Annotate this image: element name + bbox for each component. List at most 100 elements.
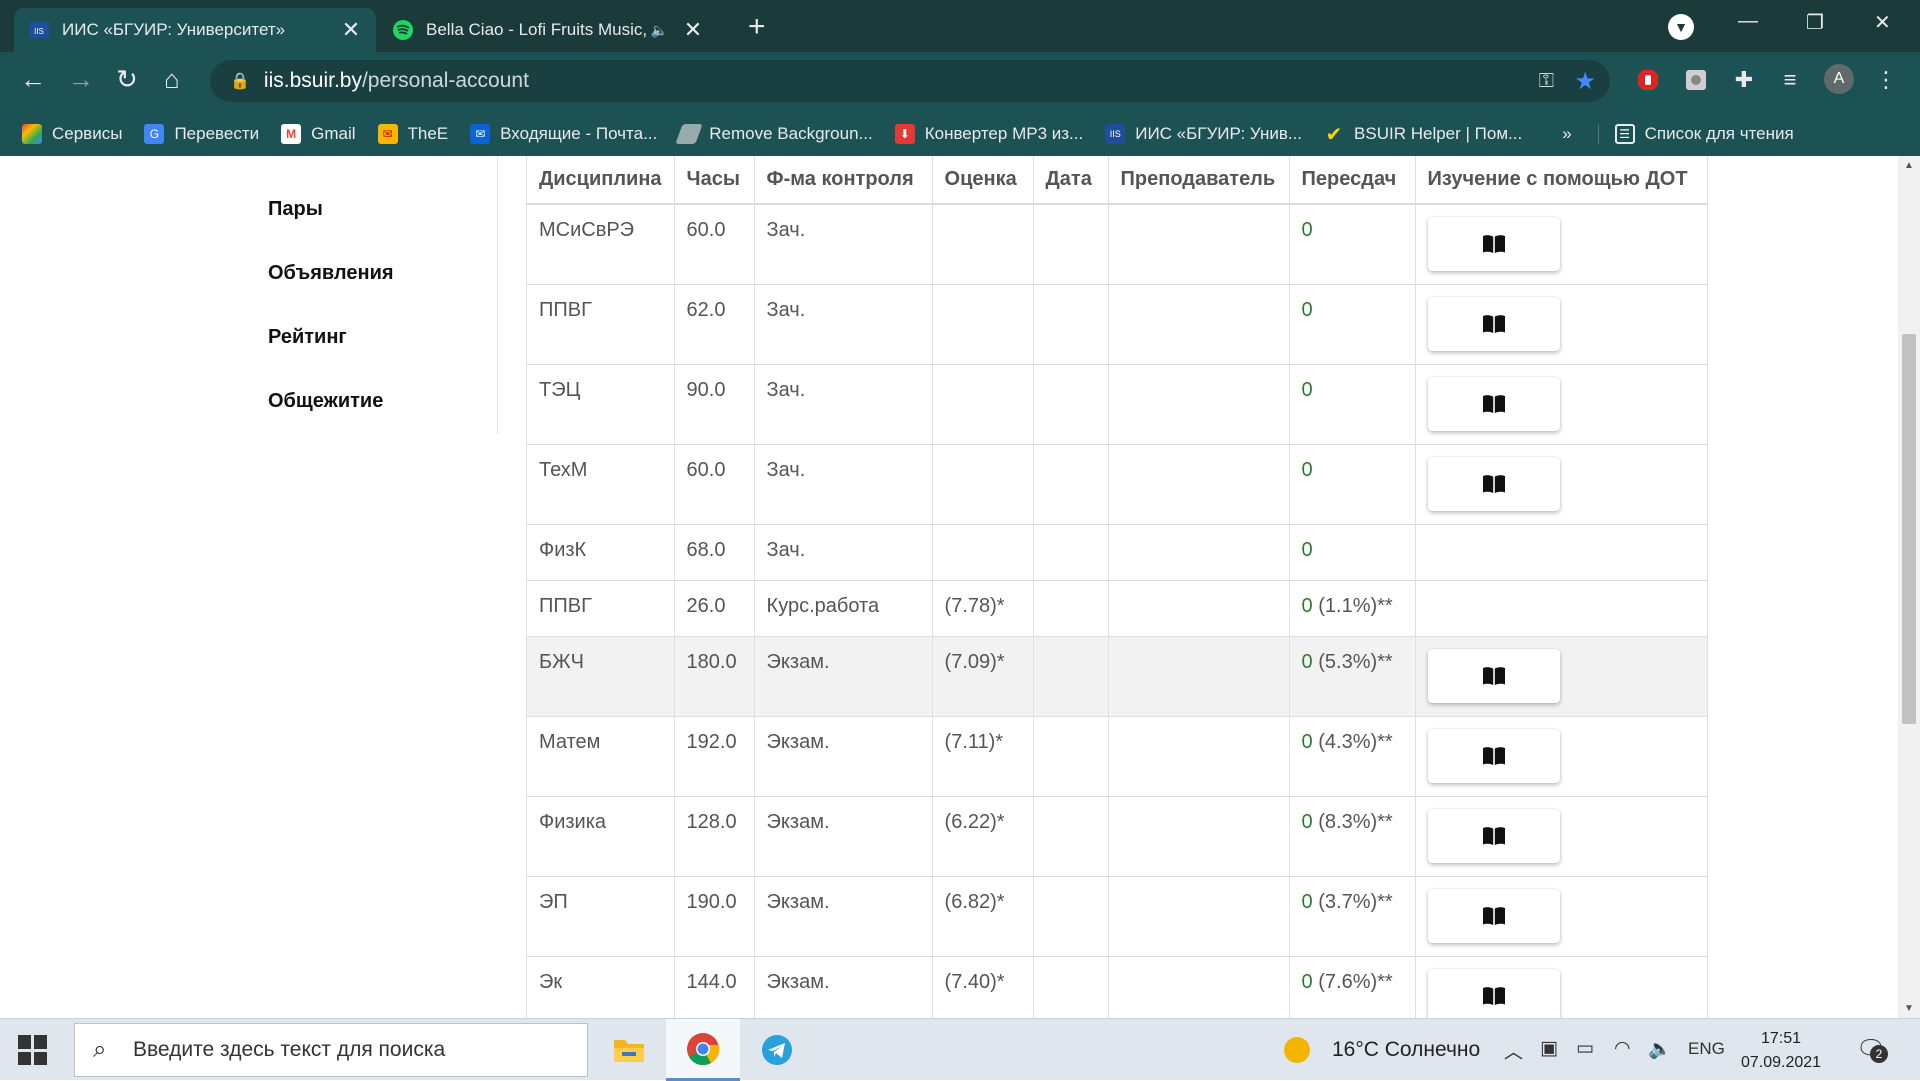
media-control-icon[interactable]: ≡ (1776, 66, 1804, 94)
dot-study-button[interactable] (1427, 648, 1560, 703)
scroll-up-arrow-icon[interactable]: ▲ (1904, 160, 1914, 171)
bsuir-favicon-icon: IIS (28, 19, 50, 41)
col-date[interactable]: Дата (1033, 156, 1109, 205)
address-bar[interactable]: 🔒 iis.bsuir.by/personal-account ⚿ ★ (210, 60, 1610, 102)
back-icon[interactable]: ← (20, 64, 46, 95)
wifi-icon[interactable]: ◠ (1614, 1037, 1631, 1060)
sidebar-item-dormitory[interactable]: Общежитие (268, 390, 383, 413)
minimize-icon[interactable]: — (1738, 10, 1758, 33)
new-tab-plus-icon[interactable]: + (748, 10, 766, 44)
search-icon: ⌕ (93, 1036, 107, 1063)
dot-study-button[interactable] (1427, 217, 1560, 271)
cell-teacher (1108, 635, 1290, 716)
url-host: iis.bsuir.by (263, 69, 362, 92)
windows-start-icon[interactable] (18, 1035, 48, 1065)
apps-grid-icon (22, 124, 42, 144)
col-control-form[interactable]: Ф-ма контроля (754, 156, 933, 205)
col-discipline[interactable]: Дисциплина (526, 156, 675, 205)
cell-date (1033, 443, 1109, 524)
table-row: ППВГ 62.0 Зач. 0 (526, 283, 1709, 364)
retakes-count: 0 (1301, 538, 1313, 561)
bookmark-thee[interactable]: ✉ TheE (377, 124, 448, 144)
reading-list[interactable]: ☰ Список для чтения (1597, 124, 1794, 144)
tab-bsuir[interactable]: IIS ИИС «БГУИР: Университет» ✕ (14, 8, 376, 52)
table-row: Матем 192.0 Экзам. (7.11)* 0 (4.3%)** (526, 715, 1709, 796)
cell-date (1033, 363, 1109, 444)
adblock-extension-icon[interactable] (1634, 66, 1662, 94)
taskbar-clock[interactable]: 17:51 07.09.2021 (1740, 1027, 1822, 1075)
taskbar-telegram[interactable] (740, 1019, 814, 1081)
bookmark-star-icon[interactable]: ★ (1574, 67, 1596, 96)
bookmark-translate[interactable]: G Перевести (144, 124, 259, 144)
col-hours[interactable]: Часы (674, 156, 755, 205)
cell-grade: (7.11)* (932, 715, 1034, 796)
grades-table-wrapper: Дисциплина Часы Ф-ма контроля Оценка Дат… (526, 156, 1709, 1018)
bookmark-bsuir-helper[interactable]: ✔ BSUIR Helper | Пом... (1324, 124, 1523, 146)
scrollbar-thumb[interactable] (1902, 334, 1916, 724)
taskbar-search-input[interactable]: ⌕ Введите здесь текст для поиска (74, 1023, 588, 1077)
cell-date (1033, 579, 1109, 636)
speaker-icon[interactable]: 🔈 (651, 22, 668, 39)
dot-study-button[interactable] (1427, 808, 1560, 863)
restore-icon[interactable]: ❐ (1806, 10, 1824, 35)
cell-dot (1415, 443, 1709, 524)
menu-kebab-icon[interactable]: ⋮ (1872, 66, 1900, 94)
dot-study-button[interactable] (1427, 968, 1560, 1018)
cell-control-form: Экзам. (754, 955, 933, 1018)
taskbar-chrome[interactable] (666, 1019, 740, 1081)
tray-device-icon[interactable]: ▣ (1540, 1037, 1558, 1060)
dot-study-button[interactable] (1427, 376, 1560, 431)
col-retakes[interactable]: Пересдач (1289, 156, 1416, 205)
extensions-puzzle-icon[interactable]: ✚ (1730, 66, 1758, 94)
tab-search-icon[interactable]: ▼ (1668, 14, 1694, 40)
tab-close-icon[interactable]: ✕ (340, 17, 362, 43)
bookmark-iis-bsuir[interactable]: IIS ИИС «БГУИР: Унив... (1105, 124, 1302, 144)
bookmarks-overflow-chevron-icon[interactable]: » (1562, 124, 1571, 144)
bookmark-gmail[interactable]: M Gmail (281, 124, 356, 144)
cell-teacher (1108, 203, 1290, 284)
page-scrollbar[interactable]: ▲ ▼ (1898, 156, 1920, 1018)
open-book-icon (1482, 314, 1505, 333)
screenshot-extension-icon[interactable] (1682, 66, 1710, 94)
cell-hours: 26.0 (674, 579, 755, 636)
search-placeholder: Введите здесь текст для поиска (133, 1038, 446, 1061)
language-indicator[interactable]: ENG (1688, 1039, 1725, 1059)
tab-close-icon[interactable]: ✕ (682, 17, 704, 43)
tray-chevron-up-icon[interactable]: ︿ (1504, 1037, 1523, 1064)
bookmark-mp3-converter[interactable]: ⬇ Конвертер MP3 из... (894, 124, 1083, 144)
cell-hours: 90.0 (674, 363, 755, 444)
scroll-down-arrow-icon[interactable]: ▼ (1904, 1003, 1914, 1014)
key-icon[interactable]: ⚿ (1539, 70, 1554, 93)
cell-discipline: ЭП (526, 875, 675, 956)
cell-discipline: ППВГ (526, 579, 675, 636)
sidebar-item-rating[interactable]: Рейтинг (268, 326, 347, 349)
cell-hours: 190.0 (674, 875, 755, 956)
dot-study-button[interactable] (1427, 296, 1560, 351)
col-teacher[interactable]: Преподаватель (1108, 156, 1290, 205)
cell-control-form: Зач. (754, 523, 933, 580)
notifications-icon[interactable]: 🗨2 (1856, 1035, 1888, 1064)
sidebar-item-pairs[interactable]: Пары (268, 198, 323, 221)
bookmark-remove-bg[interactable]: Remove Backgroun... (675, 124, 873, 144)
dot-study-button[interactable] (1427, 456, 1560, 511)
close-window-icon[interactable]: ✕ (1874, 10, 1891, 35)
col-grade[interactable]: Оценка (932, 156, 1034, 205)
bookmark-services[interactable]: Сервисы (22, 124, 122, 144)
col-dot[interactable]: Изучение с помощью ДОТ (1415, 156, 1709, 205)
retakes-percent: (1.1%)** (1318, 594, 1393, 617)
open-book-icon (1482, 394, 1505, 413)
forward-icon[interactable]: → (68, 64, 94, 95)
sidebar-item-announcements[interactable]: Объявления (268, 262, 394, 285)
dot-study-button[interactable] (1427, 888, 1560, 943)
profile-avatar[interactable]: A (1824, 64, 1854, 94)
taskbar-file-explorer[interactable] (592, 1019, 666, 1081)
reload-icon[interactable]: ↻ (116, 64, 138, 95)
volume-icon[interactable]: 🔈 (1648, 1037, 1672, 1061)
dot-study-button[interactable] (1427, 728, 1560, 783)
sidebar-item-clipped[interactable] (268, 156, 274, 167)
bookmark-inbox[interactable]: ✉ Входящие - Почта... (470, 124, 657, 144)
tab-spotify[interactable]: Bella Ciao - Lofi Fruits Music, 🔈 ✕ (378, 8, 718, 52)
battery-icon[interactable]: ▭ (1576, 1037, 1594, 1060)
weather-widget[interactable]: 16°C Солнечно (1284, 1019, 1480, 1081)
home-icon[interactable]: ⌂ (164, 64, 180, 95)
